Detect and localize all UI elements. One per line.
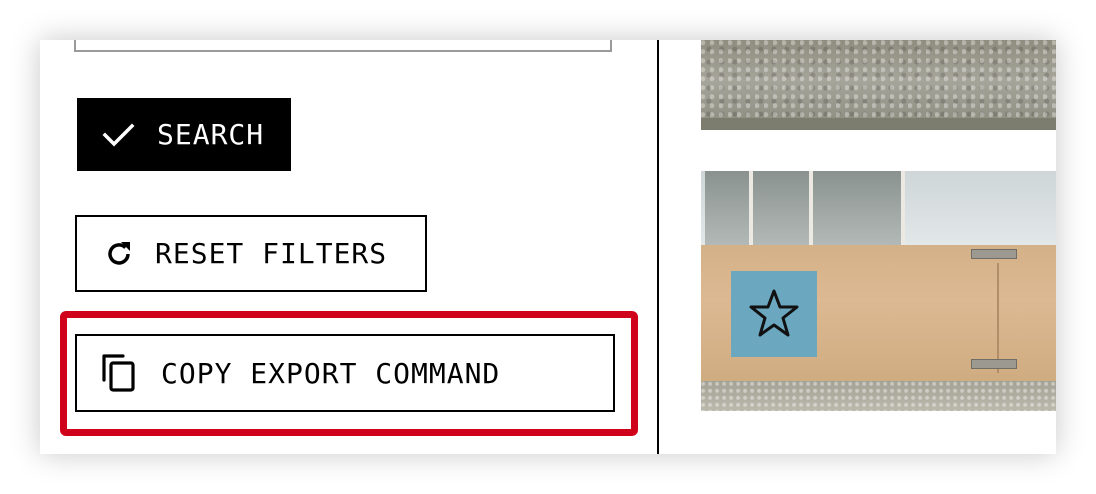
app-window: SEARCH RESET FILTERS COPY EXPORT COMMAND [40,40,1056,454]
reset-filters-label: RESET FILTERS [155,237,388,270]
refresh-icon [103,238,135,270]
star-card [731,271,817,357]
thumbnail-window [705,171,753,251]
thumbnail-window [753,171,813,251]
search-button-label: SEARCH [157,118,265,151]
search-button[interactable]: SEARCH [77,98,291,171]
star-icon [749,289,799,337]
thumbnail-hinge [971,249,1017,259]
results-panel [659,40,1056,454]
reset-filters-button[interactable]: RESET FILTERS [75,215,427,292]
thumbnail-window [813,171,905,251]
result-thumbnail[interactable] [701,40,1056,130]
copy-icon [101,352,139,394]
copy-export-command-button[interactable]: COPY EXPORT COMMAND [75,334,615,412]
search-input[interactable] [74,40,612,52]
thumbnail-shadow [701,118,1056,130]
thumbnail-floor [701,381,1056,411]
filter-panel: SEARCH RESET FILTERS COPY EXPORT COMMAND [40,40,657,454]
copy-export-command-label: COPY EXPORT COMMAND [161,356,501,390]
result-thumbnail[interactable] [701,171,1056,411]
thumbnail-hinge [971,359,1017,369]
check-icon [101,120,137,150]
thumbnail-seam [997,263,999,373]
